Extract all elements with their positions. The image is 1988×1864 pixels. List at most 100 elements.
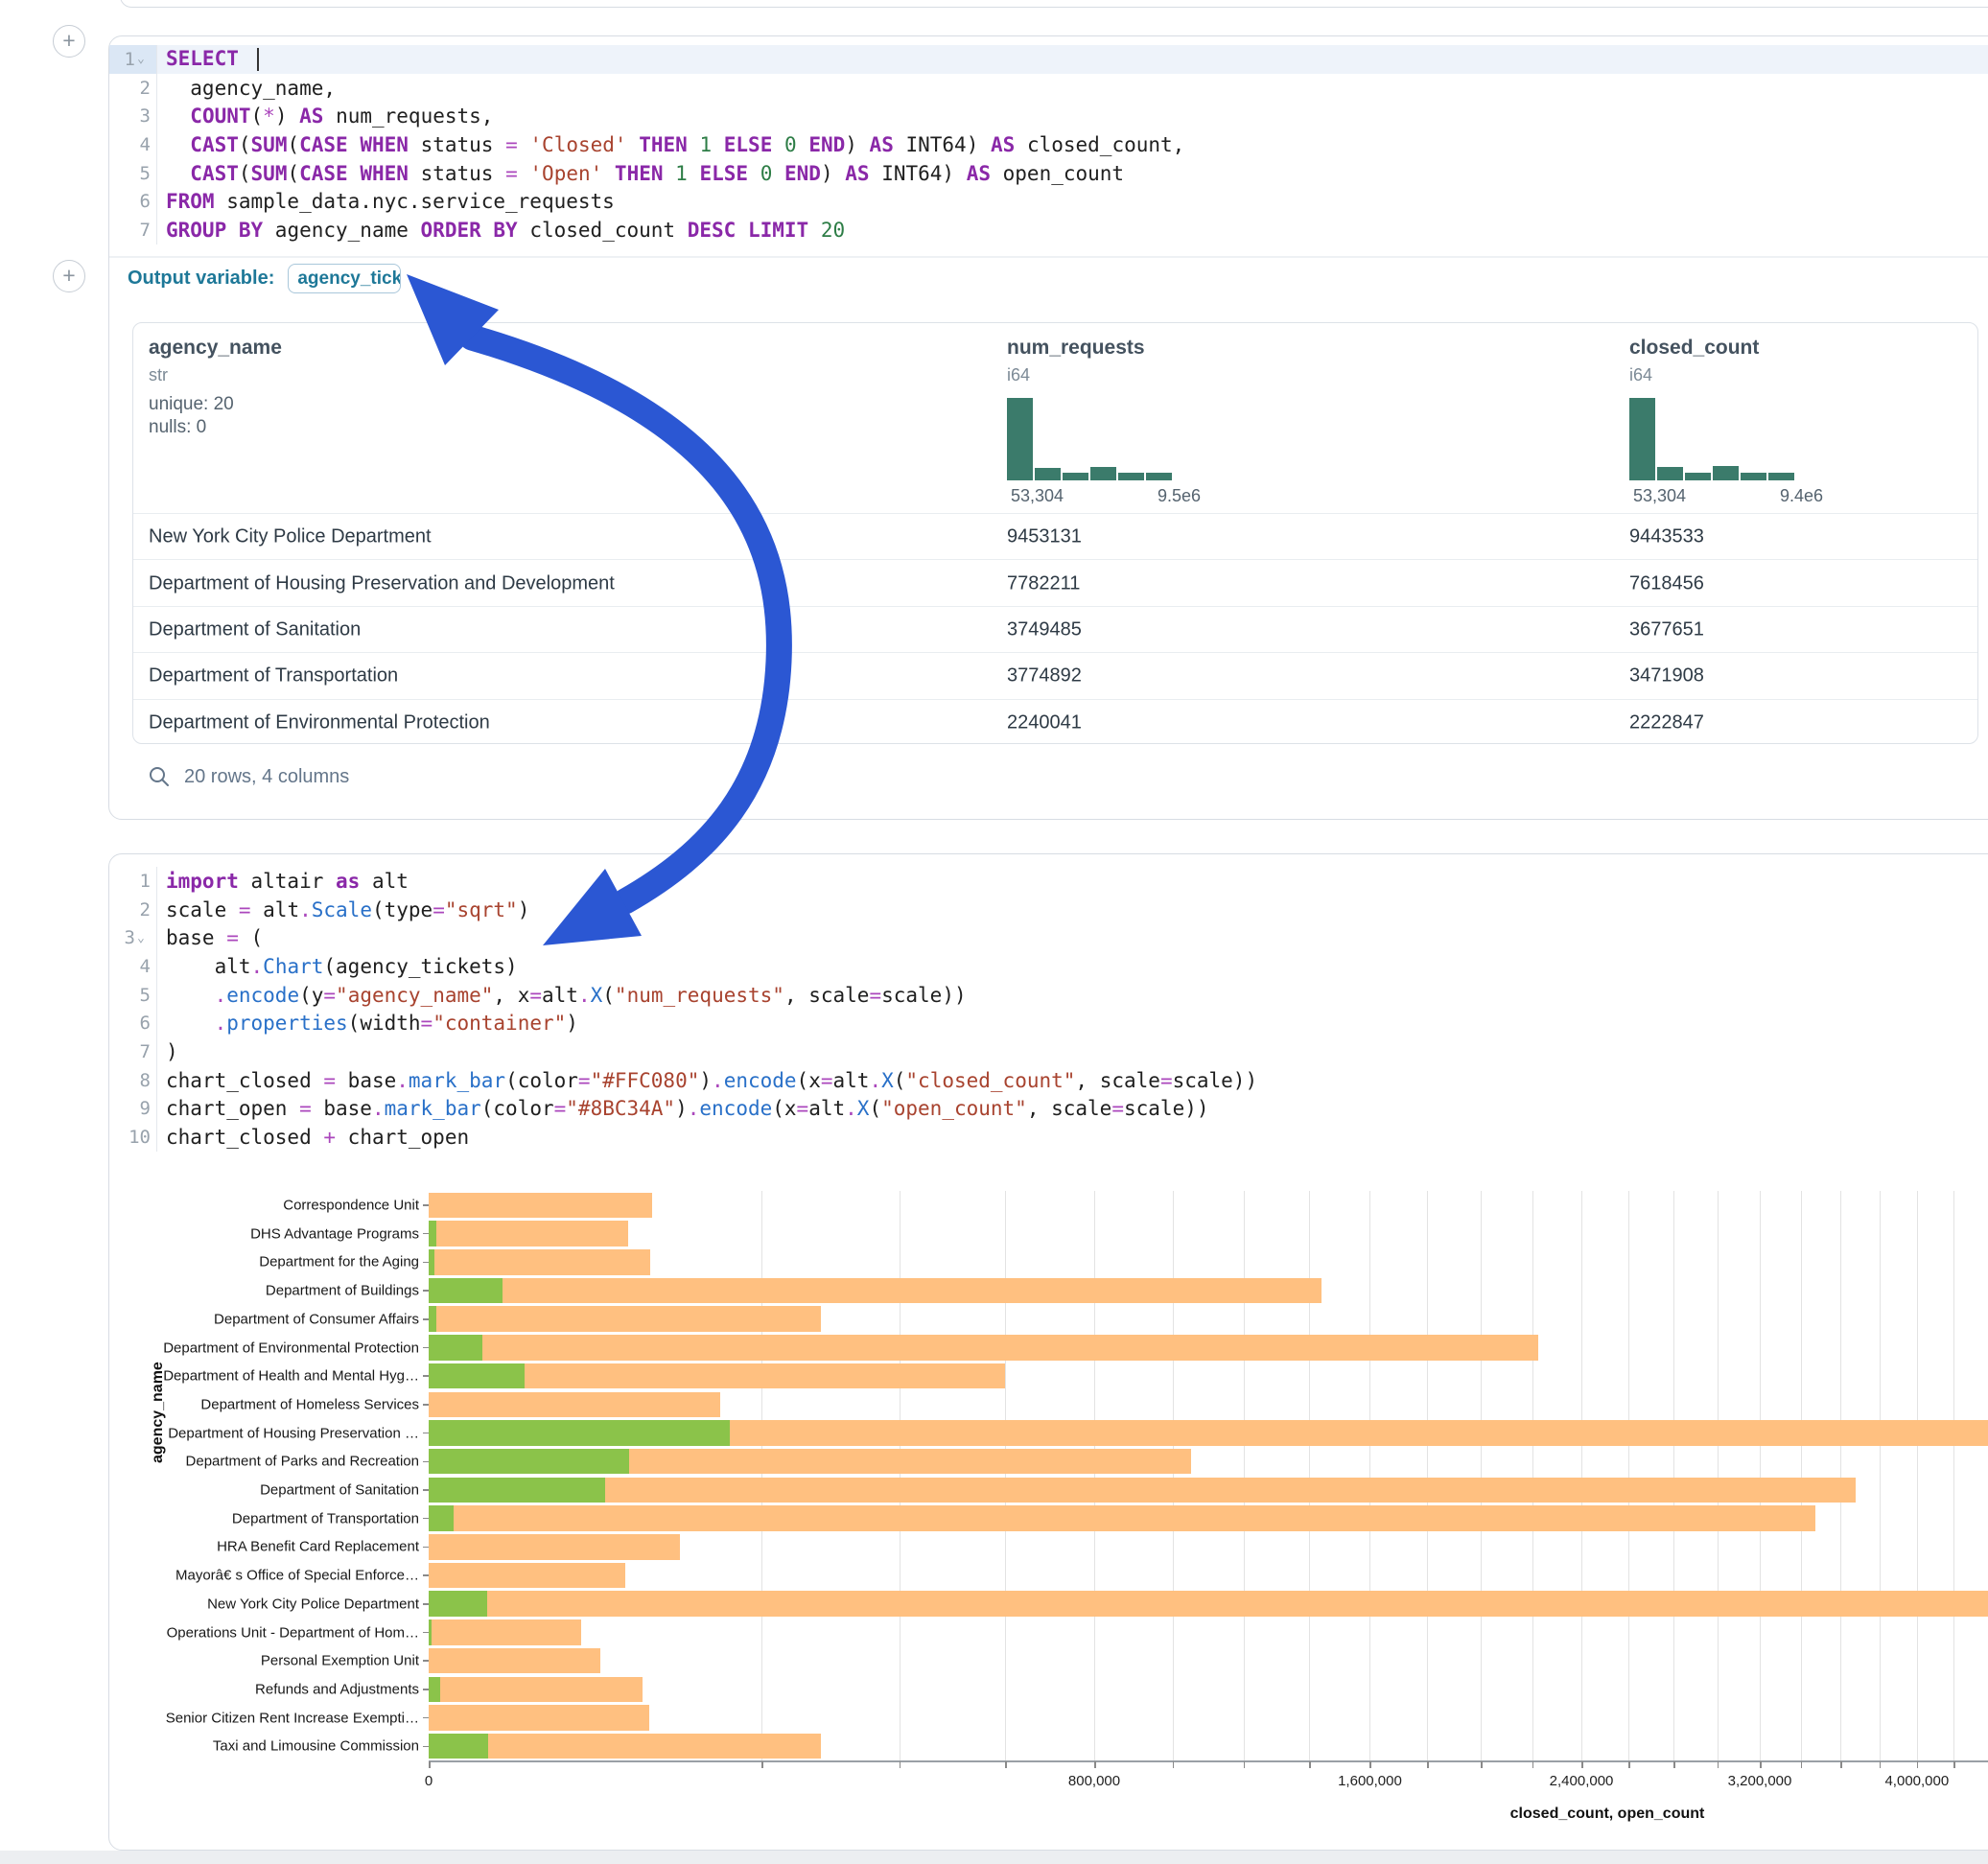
chart-x-label: 2,400,000 — [1550, 1773, 1614, 1789]
table-cell: 2240041 — [1007, 711, 1082, 734]
chart-y-label: Personal Exemption Unit — [261, 1653, 419, 1669]
code-text: import altair as alt — [157, 870, 409, 893]
code-line[interactable]: 1⌄SELECT — [109, 45, 1988, 74]
chart-x-tick — [1094, 1761, 1096, 1768]
code-line[interactable]: 10chart_closed + chart_open — [109, 1123, 1988, 1152]
table-cell: Department of Sanitation — [149, 618, 361, 641]
chart-y-label: HRA Benefit Card Replacement — [217, 1539, 419, 1555]
table-cell: Department of Transportation — [149, 665, 398, 687]
add-cell-button-middle[interactable]: + — [53, 260, 85, 292]
chart-bar-open_count — [429, 1306, 436, 1332]
code-output-separator — [109, 256, 1988, 258]
table-cell: 3677651 — [1629, 618, 1704, 641]
code-line[interactable]: 7GROUP BY agency_name ORDER BY closed_co… — [109, 216, 1988, 245]
code-line[interactable]: 3 COUNT(*) AS num_requests, — [109, 102, 1988, 130]
code-text: CAST(SUM(CASE WHEN status = 'Open' THEN … — [157, 162, 1124, 185]
table-row[interactable]: Department of Housing Preservation and D… — [133, 559, 1977, 606]
code-line[interactable]: 6FROM sample_data.nyc.service_requests — [109, 187, 1988, 216]
code-line[interactable]: 2 agency_name, — [109, 74, 1988, 103]
code-line[interactable]: 4 alt.Chart(agency_tickets) — [109, 952, 1988, 981]
sql-cell: 1⌄SELECT 2 agency_name,3 COUNT(*) AS num… — [108, 35, 1988, 820]
search-icon[interactable] — [148, 765, 171, 788]
table-row[interactable]: New York City Police Department945313194… — [133, 513, 1977, 560]
table-cell: 3774892 — [1007, 665, 1082, 687]
chart-gridline — [1880, 1191, 1881, 1760]
chart-gridline — [1173, 1191, 1174, 1760]
chart-bar-open_count — [429, 1677, 440, 1703]
line-number: 8 — [109, 1066, 157, 1095]
add-cell-button-top[interactable]: + — [53, 25, 85, 58]
chart-y-label: Department of Housing Preservation … — [168, 1425, 419, 1441]
column-type: i64 — [1007, 365, 1030, 385]
code-line[interactable]: 8chart_closed = base.mark_bar(color="#FF… — [109, 1066, 1988, 1095]
table-cell: Department of Housing Preservation and D… — [149, 572, 615, 594]
notebook-page: { "sql_cell": { "lines": [ {"num":"1","f… — [0, 0, 1988, 1864]
code-line[interactable]: 7) — [109, 1037, 1988, 1066]
text-cursor — [257, 48, 259, 71]
chart-x-tick — [1801, 1761, 1803, 1768]
result-table: agency_namestrunique: 20nulls: 0num_requ… — [132, 322, 1978, 744]
table-header: agency_namestrunique: 20nulls: 0num_requ… — [133, 323, 1977, 513]
code-line[interactable]: 5 .encode(y="agency_name", x=alt.X("num_… — [109, 981, 1988, 1010]
chart-x-tick — [1953, 1761, 1955, 1768]
chart-gridline — [1481, 1191, 1482, 1760]
fold-chevron-icon[interactable]: ⌄ — [137, 932, 151, 944]
chart-gridline — [1094, 1191, 1095, 1760]
chart-gridline — [1628, 1191, 1629, 1760]
chart-bar-closed_count — [429, 1193, 652, 1219]
table-row[interactable]: Department of Transportation 3774892 34719… — [133, 652, 1977, 699]
code-line[interactable]: 3⌄base = ( — [109, 923, 1988, 952]
code-line[interactable]: 5 CAST(SUM(CASE WHEN status = 'Open' THE… — [109, 159, 1988, 188]
chart-bar-open_count — [429, 1478, 605, 1503]
code-line[interactable]: 1import altair as alt — [109, 867, 1988, 896]
code-line[interactable]: 2scale = alt.Scale(type="sqrt") — [109, 896, 1988, 924]
chart-x-tick — [1917, 1761, 1919, 1768]
line-number: 1 — [109, 867, 157, 896]
chart-bar-open_count — [429, 1591, 487, 1617]
chart-y-axis-labels: Correspondence UnitDHS Advantage Program… — [109, 1171, 429, 1760]
chart-y-label: Department of Consumer Affairs — [214, 1311, 419, 1327]
line-number: 9 — [109, 1095, 157, 1124]
chart-gridline — [1801, 1191, 1802, 1760]
chart-bar-closed_count — [429, 1221, 628, 1247]
chart-bar-closed_count — [429, 1392, 720, 1418]
code-line[interactable]: 4 CAST(SUM(CASE WHEN status = 'Closed' T… — [109, 130, 1988, 159]
output-variable-pill[interactable]: agency_tickets — [288, 264, 401, 293]
code-text: chart_closed = base.mark_bar(color="#FFC… — [157, 1069, 1257, 1092]
table-row[interactable]: Department of Sanitation37494853677651 — [133, 606, 1977, 653]
column-header[interactable]: num_requests — [1007, 337, 1145, 360]
code-text: .properties(width="container") — [157, 1012, 578, 1035]
chart-bar-open_count — [429, 1734, 488, 1759]
chart-x-tick — [1760, 1761, 1762, 1768]
column-stat: unique: 20 — [149, 394, 234, 415]
chart-plot-area — [429, 1191, 1988, 1760]
fold-chevron-icon[interactable]: ⌄ — [137, 53, 151, 65]
sql-code-editor[interactable]: 1⌄SELECT 2 agency_name,3 COUNT(*) AS num… — [109, 45, 1988, 245]
chart-bar-closed_count — [429, 1591, 1988, 1617]
chart-gridline — [1718, 1191, 1719, 1760]
table-row[interactable]: Department of Environmental Protection 22… — [133, 699, 1977, 744]
column-histogram — [1629, 398, 1794, 480]
chart-y-label: Department for the Aging — [259, 1254, 419, 1270]
column-header[interactable]: agency_name — [149, 337, 282, 360]
chart-bar-open_count — [429, 1449, 629, 1475]
table-cell: 3471908 — [1629, 665, 1704, 687]
chart-x-tick — [761, 1761, 763, 1768]
code-line[interactable]: 9chart_open = base.mark_bar(color="#8BC3… — [109, 1095, 1988, 1124]
chart-x-tick — [1173, 1761, 1175, 1768]
table-cell: Department of Environmental Protection — [149, 711, 490, 734]
table-cell: New York City Police Department — [149, 526, 432, 548]
code-text: CAST(SUM(CASE WHEN status = 'Closed' THE… — [157, 133, 1184, 156]
chart-x-tick — [1244, 1761, 1246, 1768]
line-number: 4 — [109, 130, 157, 159]
chart-x-tick — [1005, 1761, 1007, 1768]
chart-x-tick — [429, 1761, 431, 1768]
chart-gridline — [1005, 1191, 1006, 1760]
chart-gridline — [1953, 1191, 1954, 1760]
line-number: 5 — [109, 981, 157, 1010]
column-type: str — [149, 365, 168, 385]
output-variable-row: Output variable: agency_tickets — [128, 263, 401, 293]
column-header[interactable]: closed_count — [1629, 337, 1759, 360]
python-code-editor[interactable]: 1import altair as alt2scale = alt.Scale(… — [109, 867, 1988, 1152]
code-line[interactable]: 6 .properties(width="container") — [109, 1009, 1988, 1037]
